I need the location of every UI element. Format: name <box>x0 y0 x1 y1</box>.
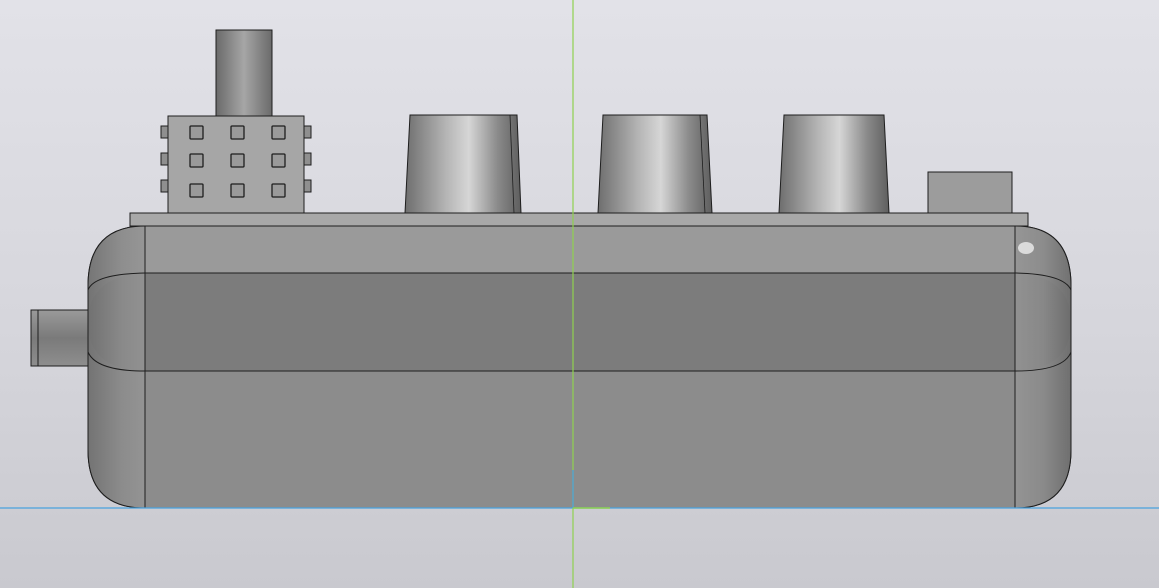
knob-2[interactable] <box>597 114 713 214</box>
vertical-shaft[interactable] <box>215 29 273 117</box>
cad-3d-viewport[interactable] <box>0 0 1159 588</box>
side-connector[interactable] <box>30 309 92 367</box>
model-view[interactable] <box>0 0 1159 588</box>
knob-1[interactable] <box>404 114 522 214</box>
knob-3[interactable] <box>778 114 890 214</box>
connector-block[interactable] <box>160 115 312 214</box>
small-block[interactable] <box>927 171 1013 214</box>
base-housing[interactable] <box>87 225 1072 509</box>
top-plate[interactable] <box>129 212 1029 227</box>
